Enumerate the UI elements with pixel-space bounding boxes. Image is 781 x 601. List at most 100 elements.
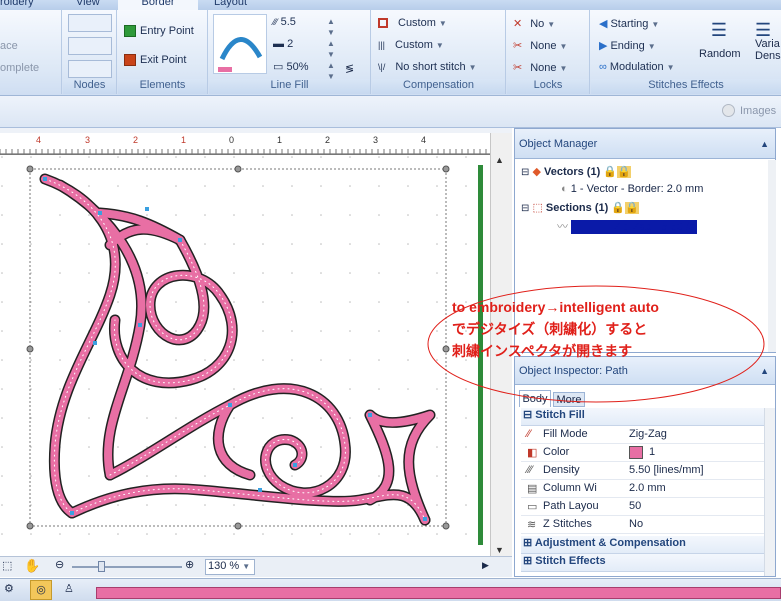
design-canvas[interactable] (0, 155, 490, 565)
lock-icon-2[interactable]: 🔒 (611, 202, 625, 214)
tab-border[interactable]: Border (118, 0, 198, 10)
spinners[interactable]: ▲ ▼ ▲ ▼ ▲ ▼ (327, 16, 335, 82)
color-swatch[interactable] (629, 446, 643, 459)
hand-tool-icon[interactable]: ✋ (24, 558, 40, 574)
ribbon: ace omplete Nodes Entry Point Exit Point… (0, 10, 781, 96)
row-path-layout[interactable]: ▭ Path Layou 50 (521, 498, 771, 516)
line-fill-preview[interactable] (213, 14, 267, 74)
section-adjustment[interactable]: ⊞ Adjustment & Compensation (521, 536, 771, 554)
lock-none-1-dropdown[interactable]: ✂ None ▼ (513, 39, 567, 52)
scroll-down-arrow[interactable]: ▼ (495, 545, 504, 555)
row-column-width[interactable]: ▤ Column Wi 2.0 mm (521, 480, 771, 498)
images-radio[interactable] (722, 104, 735, 117)
section-stitch-fill[interactable]: ⊟ Stitch Fill (521, 408, 771, 426)
scroll-up-arrow[interactable]: ▲ (495, 155, 504, 165)
fill-mode-icon: ⁄⁄ (527, 428, 531, 440)
ruler-label-2a: 2 (133, 135, 139, 145)
tree-section-item[interactable]: 〰 1 - Fill - Zig-Zag - 5.50 /s (557, 218, 698, 234)
density-icon: ⁄⁄⁄ (273, 17, 278, 27)
percent-icon: ▭ (273, 61, 284, 73)
node-style-1[interactable] (68, 14, 112, 32)
ending-icon: ▶ (599, 40, 608, 52)
lock-none-2-dropdown[interactable]: ✂ None ▼ (513, 61, 567, 74)
left-item-1[interactable]: ace (0, 40, 18, 52)
percent-field[interactable]: ▭ 50% (273, 60, 309, 73)
ending-dropdown[interactable]: ▶ Ending ▼ (599, 39, 656, 52)
expand-adjustment-icon[interactable]: ⊞ (523, 537, 532, 549)
shape-icon: ◐ (561, 183, 568, 195)
annotation-text: to embroidery→intelligent auto でデジタイズ（刺繍… (452, 296, 752, 362)
ruler-label-0: 0 (229, 135, 235, 145)
short-stitch-dropdown[interactable]: \|/No short stitch ▼ (378, 61, 477, 73)
sections-icon: ⬚ (532, 202, 543, 214)
collapse-sections-icon[interactable]: ⊟ (521, 203, 529, 214)
scroll-right-arrow[interactable]: ▶ (482, 560, 489, 571)
status-icon-2[interactable]: ◎ (30, 580, 52, 600)
entry-point-button[interactable]: Entry Point (124, 25, 194, 38)
exit-point-icon (124, 54, 136, 67)
row-fill-mode[interactable]: ⁄⁄ Fill Mode Zig-Zag (521, 426, 771, 444)
tab-layout[interactable]: Layout (214, 0, 247, 8)
select-tool-icon[interactable]: ⬚ (2, 559, 12, 572)
node-style-2[interactable] (68, 37, 112, 55)
zoom-in-icon[interactable]: ⊕ (185, 558, 194, 571)
ruler-label-1b: 1 (277, 135, 283, 145)
group-locks: ✕ No ▼ ✂ None ▼ ✂ None ▼ Locks (507, 10, 590, 94)
tree-sections[interactable]: ⊟ ⬚ Sections (1) 🔒🔒 (521, 201, 639, 214)
status-icon-3[interactable]: ♙ (64, 582, 74, 595)
tab-view[interactable]: View (76, 0, 100, 8)
zoom-out-icon[interactable]: ⊖ (55, 558, 64, 571)
lock-no-dropdown[interactable]: ✕ No ▼ (513, 17, 555, 30)
annotation-line-2: でデジタイズ（刺繍化）すると (452, 321, 648, 337)
collapse-icon[interactable]: ▲ (760, 129, 769, 159)
collapse-vectors-icon[interactable]: ⊟ (521, 167, 529, 178)
column-width-icon: ▤ (527, 483, 538, 495)
stitch-settings-icon[interactable]: ≶ (345, 62, 354, 75)
ribbon-tabs: roidery View Border Layout (0, 0, 781, 10)
tab-embroidery[interactable]: roidery (0, 0, 34, 8)
random-button[interactable]: ☰ Random (699, 20, 741, 60)
lock-start-icon: ✂ (513, 40, 523, 52)
locks-label: Locks (507, 79, 589, 94)
row-z-stitches[interactable]: ≋ Z Stitches No (521, 516, 771, 534)
density-row-icon: ⁄⁄⁄ (527, 464, 533, 476)
modulation-dropdown[interactable]: ∞ Modulation ▼ (599, 61, 675, 73)
ruler-label-3a: 3 (85, 135, 91, 145)
variable-density-button[interactable]: ☰ Varia Dens (755, 20, 781, 62)
embroidery-design[interactable] (0, 155, 490, 555)
zoom-value: 130 % (208, 560, 240, 572)
status-icon-1[interactable]: ⚙ (4, 582, 14, 595)
left-item-2[interactable]: omplete (0, 62, 39, 74)
lock-icon[interactable]: 🔒 (603, 166, 617, 178)
zoom-slider-thumb[interactable] (98, 561, 105, 572)
compensation-label: Compensation (372, 79, 505, 94)
section-stitch-effects[interactable]: ⊞ Stitch Effects (521, 554, 771, 572)
compensation-custom-2[interactable]: ||| Custom ▼ (378, 39, 444, 51)
width-field[interactable]: ▬ 2 (273, 38, 293, 50)
oi-scrollbar[interactable] (764, 408, 775, 576)
lock-end-icon: ✂ (513, 62, 523, 74)
ruler-label-4b: 4 (421, 135, 427, 145)
density-field[interactable]: ⁄⁄⁄ 5.5 (273, 16, 296, 28)
canvas-bottom-bar: ⬚ ✋ ⊖ ⊕ 130 % ▼ ▶ (0, 556, 512, 577)
expand-stitch-effects-icon[interactable]: ⊞ (523, 555, 532, 567)
line-fill-label: Line Fill (209, 79, 370, 94)
ruler-ticks (0, 149, 490, 155)
tree-vectors[interactable]: ⊟ ◆ Vectors (1) 🔒🔒 (521, 165, 631, 178)
zoom-slider[interactable] (72, 566, 182, 568)
starting-dropdown[interactable]: ◀ Starting ▼ (599, 17, 659, 30)
collapse-stitch-fill-icon[interactable]: ⊟ (523, 409, 532, 421)
color-strip[interactable] (96, 587, 781, 599)
node-style-3[interactable] (68, 60, 112, 78)
zigzag-icon: 〰 (557, 221, 568, 233)
exit-point-button[interactable]: Exit Point (124, 54, 186, 67)
compensation-custom-1[interactable]: Custom ▼ (378, 17, 447, 29)
zoom-combo[interactable]: 130 % ▼ (205, 559, 255, 575)
group-nodes: Nodes (63, 10, 117, 94)
row-color[interactable]: ◧ Color 1 (521, 444, 771, 462)
row-density[interactable]: ⁄⁄⁄ Density 5.50 [lines/mm] (521, 462, 771, 480)
tree-vector-item[interactable]: ◐ 1 - Vector - Border: 2.0 mm (561, 183, 703, 195)
stitches-effects-label: Stitches Effects (591, 79, 781, 94)
padlock-icon-2[interactable]: 🔒 (625, 202, 639, 214)
padlock-icon[interactable]: 🔒 (617, 166, 631, 178)
